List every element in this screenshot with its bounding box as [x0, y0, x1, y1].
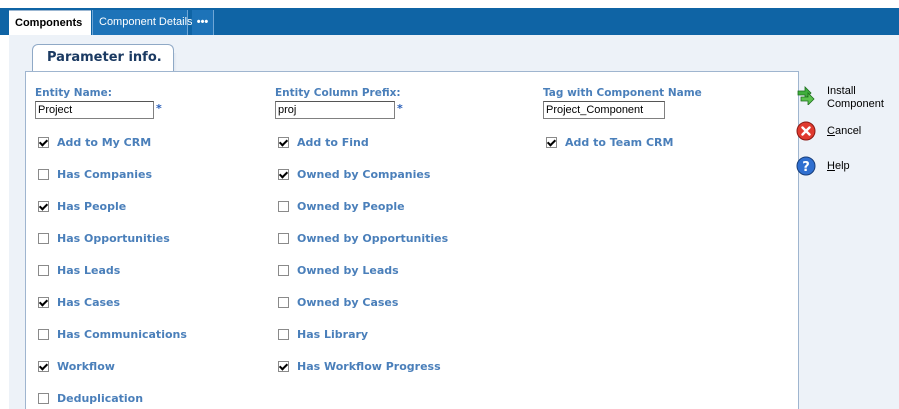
- tag-with-component-name-label: Tag with Component Name: [543, 87, 702, 99]
- checkbox-has-people[interactable]: [38, 201, 49, 212]
- install-label: Install Component: [827, 85, 884, 111]
- checkbox-add-to-my-crm[interactable]: [38, 137, 49, 148]
- install-label-line2: Component: [827, 98, 884, 110]
- checkbox-deduplication[interactable]: [38, 393, 49, 404]
- checkbox-label-deduplication: Deduplication: [57, 392, 144, 405]
- checkbox-label-has-companies: Has Companies: [57, 168, 153, 181]
- checkbox-label-owned-by-cases: Owned by Cases: [297, 296, 399, 309]
- checkbox-label-owned-by-opportunities: Owned by Opportunities: [297, 232, 449, 245]
- tab-components[interactable]: Components: [9, 10, 91, 35]
- install-arrows-icon: [797, 86, 815, 105]
- cancel-label: Cancel: [827, 125, 862, 137]
- main-panel: Parameter info. Entity Name: * Entity Co…: [9, 35, 899, 409]
- top-tab-bar: Components Component Details •••: [0, 0, 899, 35]
- checkbox-label-has-workflow-progress: Has Workflow Progress: [297, 360, 441, 373]
- checkbox-owned-by-opportunities[interactable]: [278, 233, 289, 244]
- entity-name-label: Entity Name:: [35, 87, 112, 99]
- checkbox-add-to-team-crm[interactable]: [546, 137, 557, 148]
- cancel-icon: [796, 121, 816, 141]
- tab-more-menu[interactable]: •••: [192, 10, 214, 35]
- checkbox-has-leads[interactable]: [38, 265, 49, 276]
- checkbox-label-has-leads: Has Leads: [57, 264, 121, 277]
- install-label-line1: Install: [827, 85, 856, 97]
- svg-text:?: ?: [802, 160, 810, 175]
- section-tab-parameter-info[interactable]: Parameter info.: [32, 44, 174, 72]
- checkbox-has-communications[interactable]: [38, 329, 49, 340]
- checkbox-label-has-people: Has People: [57, 200, 127, 213]
- checkbox-label-has-communications: Has Communications: [57, 328, 187, 341]
- checkbox-label-workflow: Workflow: [57, 360, 115, 373]
- checkbox-label-owned-by-companies: Owned by Companies: [297, 168, 431, 181]
- entity-name-required-marker: *: [156, 102, 162, 115]
- checkbox-owned-by-leads[interactable]: [278, 265, 289, 276]
- tab-component-details[interactable]: Component Details: [92, 10, 193, 35]
- checkbox-has-workflow-progress[interactable]: [278, 361, 289, 372]
- entity-name-input[interactable]: [35, 101, 154, 119]
- checkbox-label-has-opportunities: Has Opportunities: [57, 232, 170, 245]
- checkbox-owned-by-companies[interactable]: [278, 169, 289, 180]
- checkbox-has-opportunities[interactable]: [38, 233, 49, 244]
- left-margin: [0, 35, 9, 409]
- checkbox-label-has-library: Has Library: [297, 328, 369, 341]
- help-label: Help: [827, 160, 850, 172]
- checkbox-workflow[interactable]: [38, 361, 49, 372]
- checkbox-label-owned-by-leads: Owned by Leads: [297, 264, 399, 277]
- checkbox-has-library[interactable]: [278, 329, 289, 340]
- checkbox-label-owned-by-people: Owned by People: [297, 200, 405, 213]
- tag-with-component-name-input[interactable]: [543, 101, 665, 119]
- checkbox-label-has-cases: Has Cases: [57, 296, 121, 309]
- checkbox-label-add-to-team-crm: Add to Team CRM: [565, 136, 674, 149]
- checkbox-has-companies[interactable]: [38, 169, 49, 180]
- checkbox-add-to-find[interactable]: [278, 137, 289, 148]
- checkbox-label-add-to-my-crm: Add to My CRM: [57, 136, 152, 149]
- parameter-form: Entity Name: * Entity Column Prefix: * T…: [25, 71, 799, 409]
- entity-column-prefix-input[interactable]: [275, 101, 395, 119]
- entity-column-prefix-label: Entity Column Prefix:: [275, 87, 401, 99]
- help-icon: ?: [796, 156, 816, 176]
- checkbox-owned-by-cases[interactable]: [278, 297, 289, 308]
- checkbox-label-add-to-find: Add to Find: [297, 136, 369, 149]
- checkbox-owned-by-people[interactable]: [278, 201, 289, 212]
- entity-column-prefix-required-marker: *: [397, 102, 403, 115]
- checkbox-has-cases[interactable]: [38, 297, 49, 308]
